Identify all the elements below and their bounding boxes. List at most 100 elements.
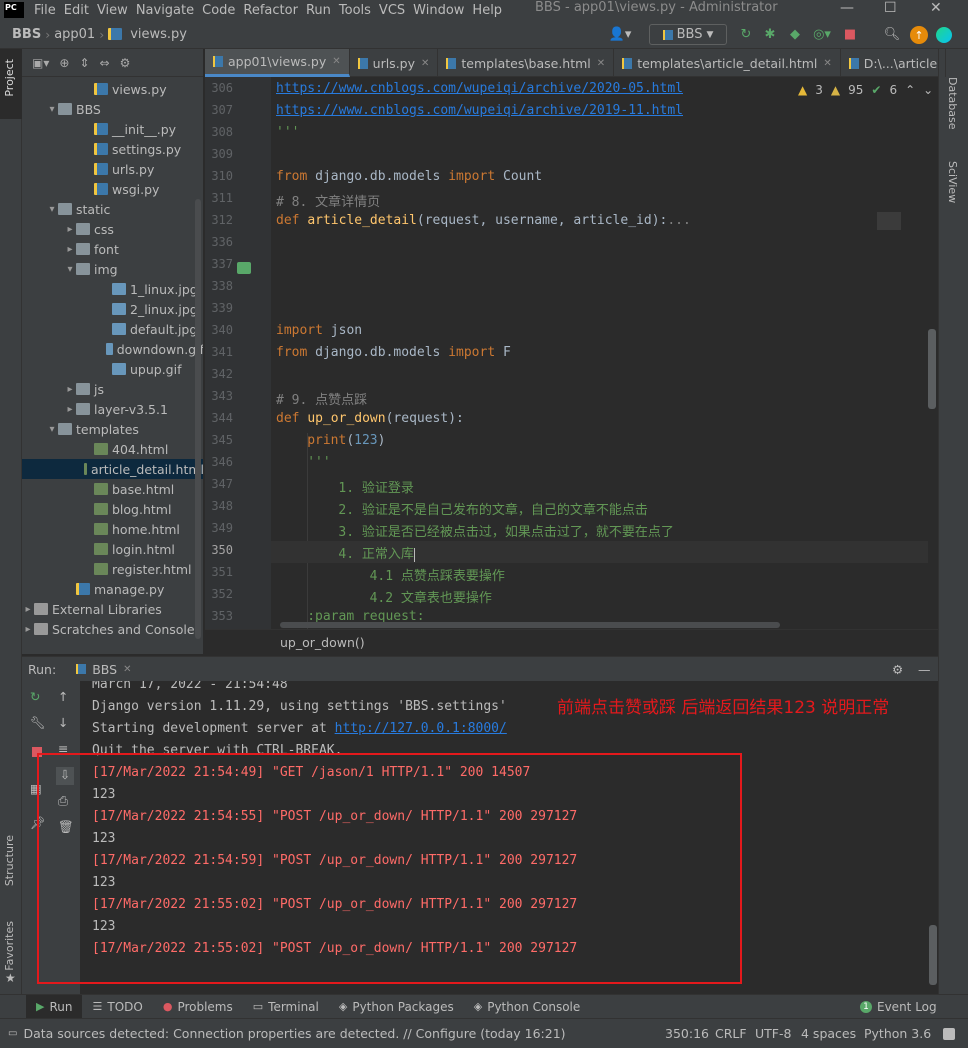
layout-icon[interactable]: ▦	[30, 781, 42, 796]
tree-item[interactable]: downdown.gif	[22, 339, 203, 359]
chevron-right-icon[interactable]: ▸	[22, 624, 34, 635]
tree-item[interactable]: article_detail.html	[22, 459, 203, 479]
tree-item[interactable]: register.html	[22, 559, 203, 579]
chevron-right-icon[interactable]: ▸	[64, 384, 76, 395]
plugin-icon[interactable]	[936, 27, 952, 43]
tree-item[interactable]: wsgi.py	[22, 179, 203, 199]
tree-item[interactable]: ▸ Scratches and Consoles	[22, 619, 203, 639]
tree-item[interactable]: upup.gif	[22, 359, 203, 379]
status-message[interactable]: Data sources detected: Connection proper…	[23, 1026, 565, 1041]
server-link[interactable]: http://127.0.0.1:8000/	[335, 721, 507, 736]
rerun-icon[interactable]: ↻	[738, 24, 754, 45]
close-icon[interactable]: ✕	[597, 58, 605, 69]
chevron-right-icon[interactable]: ▸	[64, 404, 76, 415]
expand-all-icon[interactable]: ⇕	[79, 56, 89, 70]
favorites-tool-tab[interactable]: Favorites	[3, 921, 16, 971]
chevron-down-icon[interactable]: ▾	[46, 424, 58, 435]
search-icon[interactable]: 🔍︎	[884, 24, 901, 45]
run-config-tab[interactable]: BBS	[92, 662, 117, 677]
breadcrumb-function[interactable]: up_or_down()	[280, 635, 365, 650]
menu-tools[interactable]: Tools	[335, 3, 375, 18]
breadcrumb-project[interactable]: BBS	[0, 27, 45, 42]
python-interpreter[interactable]: Python 3.6	[864, 1026, 931, 1041]
profile-icon[interactable]: ◎▾	[811, 24, 833, 45]
tree-item[interactable]: 404.html	[22, 439, 203, 459]
gear-icon[interactable]: ⚙	[120, 56, 131, 70]
python-console-tool-tab[interactable]: ◈ Python Console	[464, 995, 591, 1019]
indent-setting[interactable]: 4 spaces	[801, 1026, 856, 1041]
close-button[interactable]: ✕	[930, 0, 942, 16]
chevron-down-icon[interactable]: ⌄	[923, 83, 933, 97]
debug-icon[interactable]: ✱	[762, 24, 778, 45]
tree-item[interactable]: ▾ img	[22, 259, 203, 279]
editor-hscrollbar[interactable]	[280, 622, 780, 628]
console-scrollbar[interactable]	[929, 925, 937, 985]
editor-tab[interactable]: templates\base.html ✕	[438, 49, 615, 77]
tree-item[interactable]: default.jpg	[22, 319, 203, 339]
up-arrow-icon[interactable]: ↑	[58, 689, 68, 704]
sciview-tool-tab[interactable]: SciView	[946, 161, 959, 203]
chevron-right-icon[interactable]: ▸	[22, 604, 34, 615]
down-arrow-icon[interactable]: ↓	[58, 715, 68, 730]
python-packages-tool-tab[interactable]: ◈ Python Packages	[329, 995, 464, 1019]
fold-placeholder[interactable]	[877, 212, 901, 230]
tree-item[interactable]: login.html	[22, 539, 203, 559]
menu-file[interactable]: File	[30, 3, 60, 18]
chevron-down-icon[interactable]: ▾	[46, 104, 58, 115]
print-icon[interactable]: ⎙	[58, 793, 68, 809]
wrench-icon[interactable]: 🔧︎	[30, 715, 46, 731]
project-tool-tab[interactable]: Project	[3, 59, 16, 97]
gear-icon[interactable]: ⚙	[892, 662, 903, 677]
tree-item[interactable]: ▸ js	[22, 379, 203, 399]
close-icon[interactable]: ✕	[421, 58, 429, 69]
close-icon[interactable]: ✕	[123, 664, 131, 675]
tree-item[interactable]: manage.py	[22, 579, 203, 599]
close-icon[interactable]: ✕	[332, 56, 340, 67]
collapse-all-icon[interactable]: ⇔	[100, 56, 110, 70]
run-tool-tab[interactable]: ▶ Run	[26, 994, 83, 1019]
menu-help[interactable]: Help	[468, 3, 506, 18]
tree-item[interactable]: 2_linux.jpg	[22, 299, 203, 319]
editor-tab[interactable]: templates\article_detail.html ✕	[614, 49, 841, 77]
locate-icon[interactable]: ⊕	[59, 56, 69, 70]
tree-item[interactable]: ▾ BBS	[22, 99, 203, 119]
stop-icon[interactable]	[32, 747, 42, 757]
structure-tool-tab[interactable]: Structure	[3, 835, 16, 886]
menu-navigate[interactable]: Navigate	[132, 3, 198, 18]
chevron-up-icon[interactable]: ⌃	[905, 83, 915, 97]
tree-item[interactable]: __init__.py	[22, 119, 203, 139]
tree-item[interactable]: ▸ font	[22, 239, 203, 259]
menu-code[interactable]: Code	[198, 3, 239, 18]
editor-tab[interactable]: D:\...\article	[841, 49, 947, 77]
maximize-button[interactable]: ☐	[884, 0, 897, 16]
todo-tool-tab[interactable]: ☰ TODO	[82, 995, 152, 1019]
menu-window[interactable]: Window	[409, 3, 468, 18]
menu-edit[interactable]: Edit	[60, 3, 93, 18]
chevron-down-icon[interactable]: ▾	[64, 264, 76, 275]
file-encoding[interactable]: UTF-8	[755, 1026, 791, 1041]
editor-tab[interactable]: urls.py ✕	[350, 49, 439, 77]
database-tool-tab[interactable]: Database	[946, 77, 959, 130]
close-icon[interactable]: ✕	[823, 58, 831, 69]
run-gutter-icon[interactable]	[237, 262, 251, 274]
chevron-right-icon[interactable]: ▸	[64, 244, 76, 255]
terminal-tool-tab[interactable]: ▭ Terminal	[243, 995, 329, 1019]
tree-item[interactable]: 1_linux.jpg	[22, 279, 203, 299]
line-separator[interactable]: CRLF	[715, 1026, 747, 1041]
trash-icon[interactable]: 🗑︎	[58, 819, 74, 835]
tree-item[interactable]: ▸ layer-v3.5.1	[22, 399, 203, 419]
breadcrumb-file[interactable]: views.py	[126, 27, 191, 42]
tree-item[interactable]: ▸ External Libraries	[22, 599, 203, 619]
pin-icon[interactable]: 📌︎	[30, 815, 46, 831]
soft-wrap-icon[interactable]: ≡	[58, 741, 68, 756]
tree-item[interactable]: ▾ templates	[22, 419, 203, 439]
hide-icon[interactable]: —	[918, 662, 931, 677]
editor-tab[interactable]: app01\views.py ✕	[205, 49, 350, 77]
rerun-icon[interactable]: ↻	[30, 689, 40, 704]
menu-run[interactable]: Run	[302, 3, 335, 18]
update-icon[interactable]: ↑	[910, 26, 928, 44]
tree-item[interactable]: blog.html	[22, 499, 203, 519]
tree-item[interactable]: settings.py	[22, 139, 203, 159]
menu-vcs[interactable]: VCS	[375, 3, 409, 18]
user-icon[interactable]: 👤▾	[605, 24, 635, 45]
